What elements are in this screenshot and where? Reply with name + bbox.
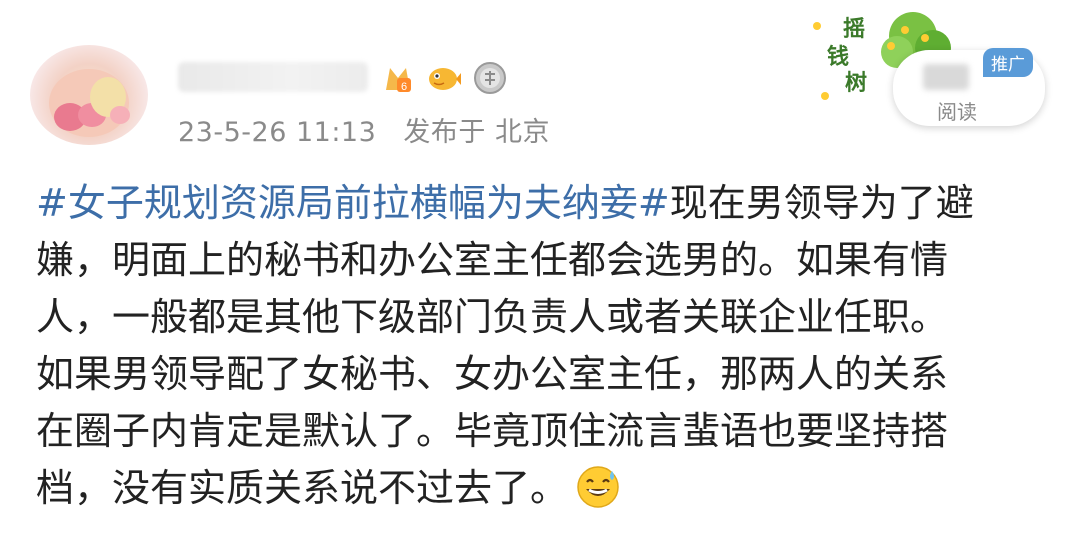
ad-image-char-3: 树	[845, 70, 867, 96]
user-badges: 6	[380, 58, 508, 98]
post-line-3: 人，一般都是其他下级部门负责人或者关联企业任职。	[36, 295, 949, 339]
pufferfish-icon[interactable]	[426, 60, 462, 96]
post-line-6: 档，没有实质关系说不过去了。	[36, 460, 1046, 517]
svg-text:6: 6	[401, 81, 407, 93]
ad-read-label: 阅读	[937, 100, 977, 124]
post-meta: 23-5-26 11:13 发布于 北京	[178, 110, 568, 149]
ad-image-char-2: 钱	[827, 44, 849, 70]
ad-text-redacted	[923, 64, 969, 90]
silver-medal-icon[interactable]	[472, 60, 508, 96]
avatar[interactable]	[30, 45, 148, 145]
post-line-5: 在圈子内肯定是默认了。毕竟顶住流言蜚语也要坚持搭	[36, 409, 949, 453]
vip-level-6-icon[interactable]: 6	[380, 60, 416, 96]
ad-promoted-badge: 推广	[983, 48, 1033, 77]
post-line-2: 嫌，明面上的秘书和办公室主任都会选男的。如果有情	[36, 238, 949, 282]
sweat-smile-emoji-icon	[577, 466, 619, 508]
ad-card[interactable]: 摇 钱 树 阅读 推广	[805, 6, 1050, 126]
post-line-6-text: 档，没有实质关系说不过去了。	[36, 466, 569, 510]
post-line-1-text: 现在男领导为了避	[669, 181, 974, 225]
hashtag-link[interactable]: #女子规划资源局前拉横幅为夫纳妾#	[36, 181, 670, 225]
username-redacted[interactable]	[178, 62, 368, 92]
post-line-1: #女子规划资源局前拉横幅为夫纳妾#现在男领导为了避	[36, 175, 1046, 232]
post-content: #女子规划资源局前拉横幅为夫纳妾#现在男领导为了避 嫌，明面上的秘书和办公室主任…	[36, 175, 1046, 517]
post-timestamp: 23-5-26 11:13	[178, 117, 377, 148]
post-line-4: 如果男领导配了女秘书、女办公室主任，那两人的关系	[36, 352, 949, 396]
ad-image-char-1: 摇	[843, 16, 865, 42]
post-source: 发布于 北京	[403, 117, 550, 148]
